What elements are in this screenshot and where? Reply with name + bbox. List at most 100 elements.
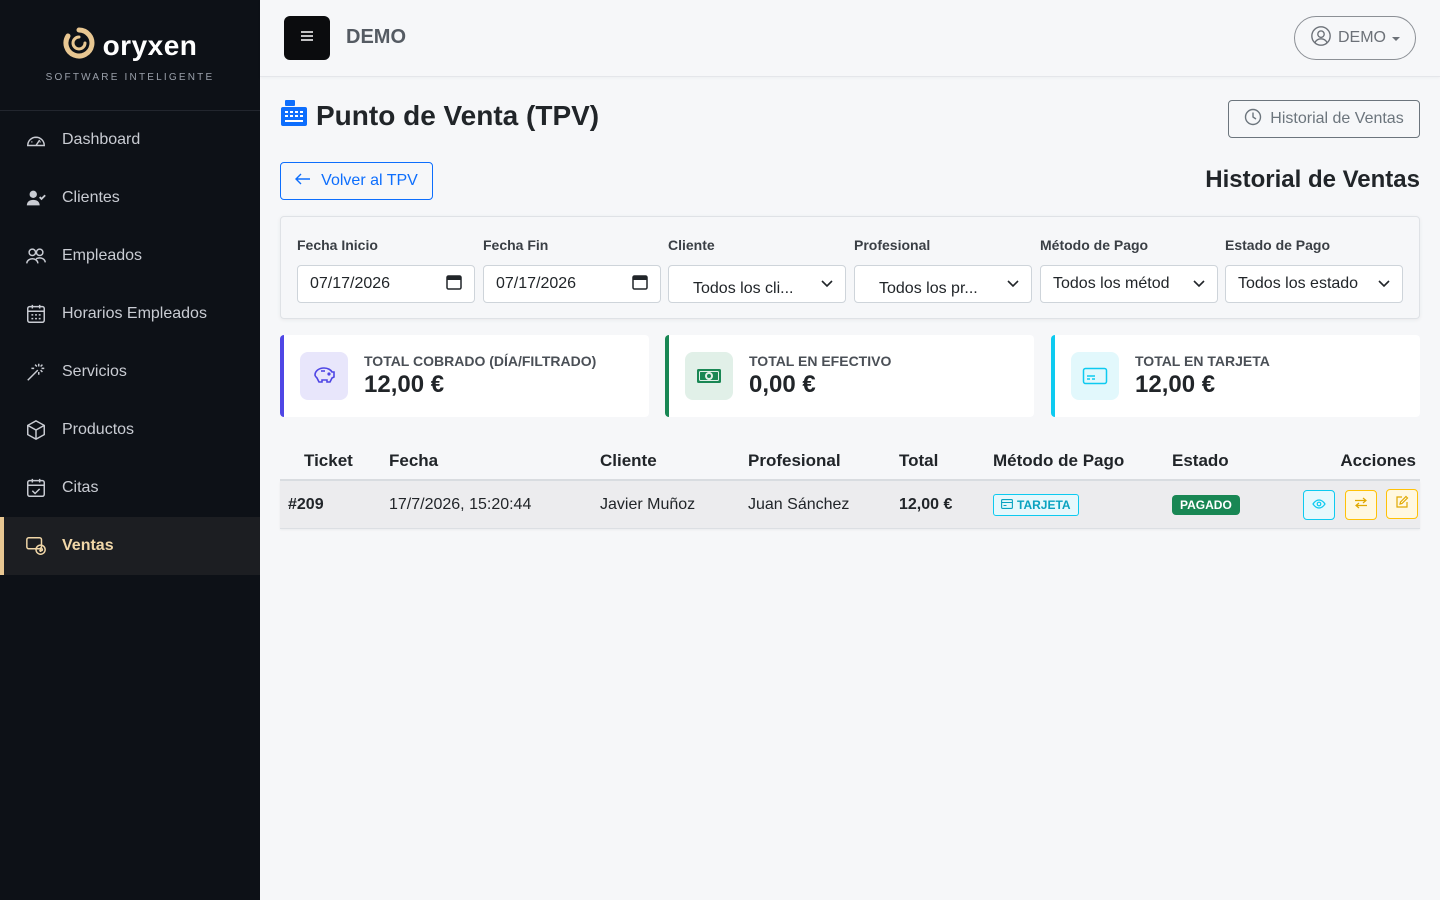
actions-cell — [1292, 489, 1420, 520]
stat-total-tarjeta: TOTAL EN TARJETA 12,00 € — [1051, 335, 1420, 417]
sidebar-item-label: Clientes — [62, 189, 120, 206]
sidebar-item-servicios[interactable]: Servicios — [0, 343, 260, 401]
cash-icon — [685, 352, 733, 400]
menu-toggle-button[interactable] — [284, 16, 330, 60]
sidebar-item-label: Dashboard — [62, 131, 141, 148]
stat-value: 0,00 € — [749, 371, 816, 398]
ticket-cell: #209 — [288, 495, 324, 513]
speedometer-icon — [24, 128, 48, 152]
filter-profesional: Profesional Todos los pr... — [854, 237, 1032, 303]
user-menu-button[interactable]: DEMO — [1294, 16, 1416, 60]
table-header: Ticket Fecha Cliente Profesional Total M… — [280, 443, 1420, 481]
sidebar-item-citas[interactable]: Citas — [0, 459, 260, 517]
view-button[interactable] — [1303, 489, 1336, 520]
column-header[interactable]: Total — [899, 451, 993, 471]
history-button-label: Historial de Ventas — [1270, 110, 1404, 127]
edit-button[interactable] — [1386, 489, 1418, 520]
stat-value: 12,00 € — [1135, 371, 1216, 398]
table-row[interactable]: #209 17/7/2026, 15:20:44 Javier Muñoz Ju… — [280, 481, 1420, 529]
column-header[interactable]: Método de Pago — [993, 451, 1172, 471]
page-title: Punto de Venta (TPV) — [316, 99, 600, 131]
eye-icon — [1312, 496, 1326, 514]
arrows-exchange-icon — [1354, 496, 1368, 514]
fecha-inicio-input[interactable]: 07/17/2026 — [297, 265, 475, 303]
box-icon — [24, 418, 48, 442]
change-payment-button[interactable] — [1344, 489, 1377, 520]
sidebar-item-label: Horarios Empleados — [62, 305, 207, 322]
topbar-title: DEMO — [346, 26, 406, 48]
credit-card-icon — [1071, 352, 1119, 400]
column-header[interactable]: Estado — [1172, 451, 1292, 471]
cliente-select[interactable]: Todos los cli... — [668, 265, 846, 303]
filter-cliente: Cliente Todos los cli... — [668, 237, 846, 303]
filter-label: Estado de Pago — [1225, 237, 1331, 253]
filter-label: Método de Pago — [1040, 237, 1149, 253]
filter-label: Fecha Inicio — [297, 237, 378, 253]
stat-accent-bar — [280, 335, 284, 417]
edit-icon — [1395, 495, 1409, 514]
column-header: Acciones — [1340, 451, 1416, 470]
fecha-cell: 17/7/2026, 15:20:44 — [389, 495, 532, 513]
sidebar-item-horarios-empleados[interactable]: Horarios Empleados — [0, 285, 260, 343]
status-badge: PAGADO — [1172, 494, 1240, 515]
sidebar-item-label: Servicios — [62, 363, 127, 380]
column-header[interactable]: Cliente — [600, 451, 748, 471]
sidebar-item-ventas[interactable]: Ventas — [0, 517, 260, 575]
stat-total-efectivo: TOTAL EN EFECTIVO 0,00 € — [665, 335, 1034, 417]
sidebar-nav: Dashboard Clientes Empleados Horarios Em… — [0, 111, 260, 575]
metodo-pago-select[interactable]: Todos los métod — [1040, 265, 1218, 303]
payment-method-badge: TARJETA — [993, 493, 1079, 516]
credit-card-icon — [1001, 498, 1013, 512]
back-button-label: Volver al TPV — [321, 172, 418, 189]
back-to-tpv-button[interactable]: Volver al TPV — [280, 162, 433, 200]
stat-label: TOTAL EN TARJETA — [1135, 353, 1270, 369]
oryxen-logo-icon — [63, 27, 95, 64]
filter-label: Profesional — [854, 237, 931, 253]
sidebar-item-label: Productos — [62, 421, 135, 438]
hamburger-icon — [300, 29, 314, 47]
user-check-icon — [24, 186, 48, 210]
topbar: DEMO DEMO — [260, 0, 1440, 77]
filter-label: Fecha Fin — [483, 237, 549, 253]
sidebar-item-dashboard[interactable]: Dashboard — [0, 111, 260, 169]
stat-label: TOTAL COBRADO (DÍA/FILTRADO) — [364, 353, 597, 369]
column-header[interactable]: Fecha — [389, 451, 600, 471]
sidebar-item-label: Ventas — [62, 537, 114, 554]
sidebar-item-clientes[interactable]: Clientes — [0, 169, 260, 227]
metodo-cell: TARJETA — [993, 493, 1172, 516]
brand-tagline: SOFTWARE INTELIGENTE — [45, 72, 215, 83]
select-value: Todos los cli... — [693, 280, 794, 297]
magic-wand-icon — [24, 360, 48, 384]
chevron-down-icon — [821, 275, 833, 293]
filter-fecha-inicio: Fecha Inicio 07/17/2026 — [297, 237, 475, 303]
sidebar: oryxen SOFTWARE INTELIGENTE Dashboard Cl… — [0, 0, 260, 900]
sidebar-item-label: Citas — [62, 479, 99, 496]
brand-name: oryxen — [102, 29, 198, 61]
stat-value: 12,00 € — [364, 371, 445, 398]
calendar-grid-icon — [24, 302, 48, 326]
filters-panel: Fecha Inicio 07/17/2026 Fecha Fin 07/17/… — [280, 216, 1420, 319]
date-value: 07/17/2026 — [310, 275, 391, 292]
select-value: Todos los métod — [1053, 275, 1170, 292]
stat-accent-bar — [1051, 335, 1055, 417]
sales-table: Ticket Fecha Cliente Profesional Total M… — [280, 443, 1420, 529]
history-button[interactable]: Historial de Ventas — [1228, 100, 1420, 138]
sidebar-item-empleados[interactable]: Empleados — [0, 227, 260, 285]
fecha-fin-input[interactable]: 07/17/2026 — [483, 265, 661, 303]
piggy-bank-icon — [300, 352, 348, 400]
cliente-cell: Javier Muñoz — [600, 495, 696, 513]
sidebar-item-productos[interactable]: Productos — [0, 401, 260, 459]
profesional-select[interactable]: Todos los pr... — [854, 265, 1032, 303]
column-header[interactable]: Ticket — [280, 451, 389, 471]
chevron-down-icon — [1378, 275, 1390, 293]
select-value: Todos los pr... — [879, 280, 978, 297]
chevron-down-icon — [1007, 275, 1019, 293]
user-name: DEMO — [1338, 29, 1386, 46]
sidebar-item-label: Empleados — [62, 247, 143, 264]
filter-estado-pago: Estado de Pago Todos los estado — [1225, 237, 1403, 303]
calendar-icon[interactable] — [446, 274, 462, 295]
date-value: 07/17/2026 — [496, 275, 577, 292]
estado-pago-select[interactable]: Todos los estado — [1225, 265, 1403, 303]
column-header[interactable]: Profesional — [748, 451, 899, 471]
calendar-icon[interactable] — [632, 274, 648, 295]
